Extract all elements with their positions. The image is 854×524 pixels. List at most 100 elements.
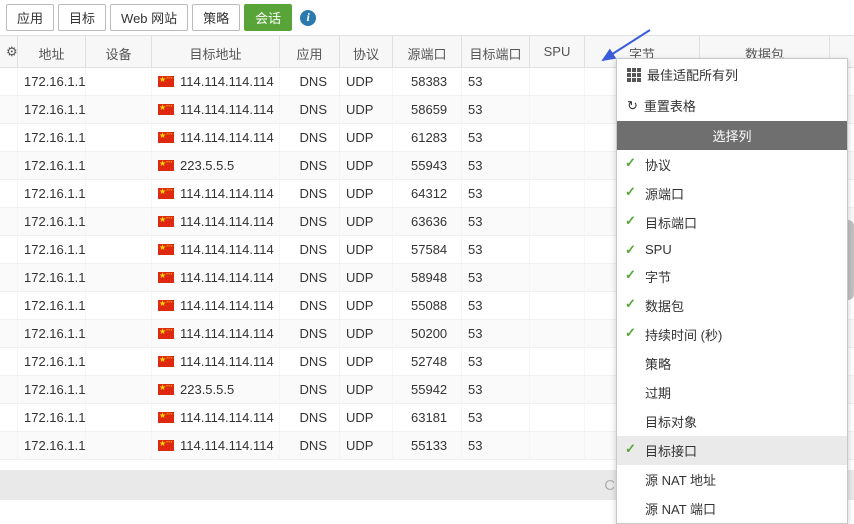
column-toggle[interactable]: 源 NAT 端口 — [617, 494, 847, 523]
cell-spu — [530, 348, 585, 375]
tab-target[interactable]: 目标 — [58, 4, 106, 31]
col-proto[interactable]: 协议 — [340, 36, 393, 67]
cell-src: 172.16.1.18 — [18, 376, 86, 403]
column-toggle-label: 源端口 — [645, 187, 684, 202]
cell-proto: UDP — [340, 320, 393, 347]
column-toggle[interactable]: ✓字节 — [617, 262, 847, 291]
cell-dev — [86, 432, 152, 459]
tab-web[interactable]: Web 网站 — [110, 4, 188, 31]
column-toggle-label: 持续时间 (秒) — [645, 328, 722, 343]
flag-cn-icon — [158, 440, 174, 451]
col-src[interactable]: 地址 — [18, 36, 86, 67]
flag-cn-icon — [158, 384, 174, 395]
column-toggle-label: SPU — [645, 242, 672, 257]
column-toggle-label: 源 NAT 端口 — [645, 502, 716, 517]
row-gutter — [0, 180, 18, 207]
cell-dst: 223.5.5.5 — [152, 152, 280, 179]
grid-icon — [627, 68, 641, 82]
cell-spu — [530, 404, 585, 431]
column-toggle[interactable]: 策略 — [617, 349, 847, 378]
column-toggle[interactable]: ✓源端口 — [617, 179, 847, 208]
cell-proto: UDP — [340, 292, 393, 319]
menu-select-header: 选择列 — [617, 121, 847, 150]
cell-dport: 53 — [462, 180, 530, 207]
cell-dport: 53 — [462, 404, 530, 431]
flag-cn-icon — [158, 272, 174, 283]
cell-src: 172.16.1.18 — [18, 320, 86, 347]
menu-reset[interactable]: ↻ 重置表格 — [617, 90, 847, 121]
info-icon[interactable]: i — [300, 10, 316, 26]
column-toggle[interactable]: ✓ 持续时间 (秒) — [617, 320, 847, 349]
menu-fit-all[interactable]: 最佳适配所有列 — [617, 59, 847, 90]
column-toggle[interactable]: ✓SPU — [617, 237, 847, 262]
column-toggle[interactable]: ✓目标端口 — [617, 208, 847, 237]
cell-app: DNS — [280, 320, 340, 347]
cell-sport: 63636 — [393, 208, 462, 235]
tab-sessions[interactable]: 会话 — [244, 4, 292, 31]
cell-dport: 53 — [462, 124, 530, 151]
col-dev[interactable]: 设备 — [86, 36, 152, 67]
cell-proto: UDP — [340, 236, 393, 263]
check-icon: ✓ — [625, 325, 636, 341]
column-toggle[interactable]: 目标对象 — [617, 407, 847, 436]
cell-src: 172.16.1.18 — [18, 96, 86, 123]
row-gutter — [0, 152, 18, 179]
flag-cn-icon — [158, 356, 174, 367]
cell-app: DNS — [280, 68, 340, 95]
col-dst[interactable]: 目标地址 — [152, 36, 280, 67]
cell-proto: UDP — [340, 96, 393, 123]
column-toggle[interactable]: ✓目标接口 — [617, 436, 847, 465]
row-gutter — [0, 68, 18, 95]
col-spu[interactable]: SPU — [530, 36, 585, 67]
column-toggle-label: 数据包 — [645, 299, 684, 314]
row-gutter — [0, 404, 18, 431]
cell-dport: 53 — [462, 96, 530, 123]
cell-app: DNS — [280, 376, 340, 403]
row-gutter — [0, 96, 18, 123]
cell-dev — [86, 348, 152, 375]
menu-reset-label: 重置表格 — [644, 96, 696, 115]
cell-proto: UDP — [340, 68, 393, 95]
cell-dst: 223.5.5.5 — [152, 376, 280, 403]
cell-app: DNS — [280, 404, 340, 431]
column-toggle[interactable]: ✓协议 — [617, 150, 847, 179]
cell-dport: 53 — [462, 432, 530, 459]
cell-app: DNS — [280, 152, 340, 179]
cell-sport: 57584 — [393, 236, 462, 263]
check-icon: ✓ — [625, 441, 636, 457]
cell-sport: 63181 — [393, 404, 462, 431]
cell-dport: 53 — [462, 208, 530, 235]
cell-spu — [530, 124, 585, 151]
cell-dst: 114.114.114.114 — [152, 236, 280, 263]
column-toggle[interactable]: ✓数据包 — [617, 291, 847, 320]
cell-dport: 53 — [462, 348, 530, 375]
cell-dev — [86, 236, 152, 263]
cell-dst: 114.114.114.114 — [152, 96, 280, 123]
row-gutter — [0, 376, 18, 403]
cell-dport: 53 — [462, 264, 530, 291]
cell-proto: UDP — [340, 432, 393, 459]
cell-dst: 114.114.114.114 — [152, 348, 280, 375]
check-icon: ✓ — [625, 213, 636, 229]
cell-src: 172.16.1.18 — [18, 180, 86, 207]
flag-cn-icon — [158, 132, 174, 143]
flag-cn-icon — [158, 244, 174, 255]
row-gutter — [0, 236, 18, 263]
cell-proto: UDP — [340, 348, 393, 375]
tab-app[interactable]: 应用 — [6, 4, 54, 31]
cell-dport: 53 — [462, 376, 530, 403]
cell-proto: UDP — [340, 180, 393, 207]
col-app[interactable]: 应用 — [280, 36, 340, 67]
cell-src: 172.16.1.18 — [18, 264, 86, 291]
column-toggle[interactable]: 源 NAT 地址 — [617, 465, 847, 494]
cell-proto: UDP — [340, 404, 393, 431]
col-sport[interactable]: 源端口 — [393, 36, 462, 67]
column-toggle[interactable]: 过期 — [617, 378, 847, 407]
col-dport[interactable]: 目标端口 — [462, 36, 530, 67]
column-config-button[interactable]: ⚙ — [0, 36, 18, 67]
flag-cn-icon — [158, 300, 174, 311]
cell-sport: 58659 — [393, 96, 462, 123]
cell-spu — [530, 264, 585, 291]
cell-spu — [530, 96, 585, 123]
tab-policy[interactable]: 策略 — [192, 4, 240, 31]
